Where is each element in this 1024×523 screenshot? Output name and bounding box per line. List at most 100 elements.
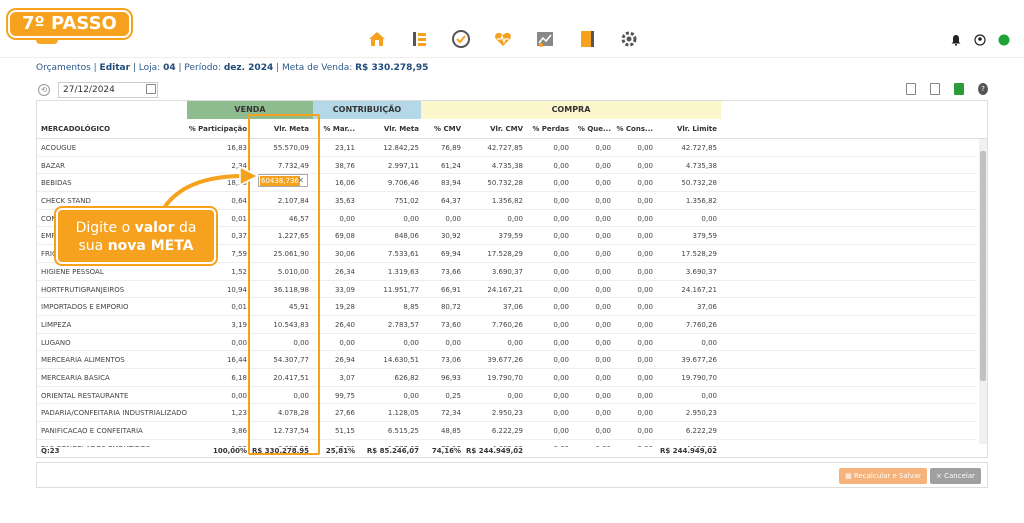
cell-contrib-meta: 626,82 [394,373,420,382]
filter-row: ⟲ 27/12/2024 ? [36,82,988,100]
cell-vlr-meta[interactable]: 20.417,51 [249,374,309,382]
cell-cmv: 69,94 [440,250,461,259]
table-row[interactable]: HORTFRUTIGRANJEIROS 10,94 36.118,98 33,09 11… [37,281,977,299]
table-row[interactable]: HIGIENE PESSOAL 1,52 5.010,00 26,34 1.319,63… [37,263,977,281]
cell-vlr-meta[interactable]: 25.061,90 [249,250,309,258]
cell-contrib-meta: 751,02 [394,197,420,206]
cell-mercadologico: ACOUGUE [41,144,77,152]
column-header-quebras[interactable]: % Que... [571,125,611,133]
cell-consumo: 0,00 [637,285,653,294]
cell-margem: 30,06 [334,250,355,259]
user-tools [950,34,1010,46]
cell-contrib-meta: 8,85 [403,303,419,312]
cell-vlr-meta[interactable]: 10.543,83 [249,321,309,329]
cell-vlr-limite: 0,00 [701,338,717,347]
date-input[interactable]: 27/12/2024 [58,82,158,98]
cell-vlr-cmv: 42.727,85 [487,144,523,152]
cell-vlr-meta[interactable]: 1.227,65 [249,232,309,240]
user-icon[interactable] [974,34,986,46]
cell-margem: 35,63 [334,197,355,206]
table-row[interactable]: MERCEARIA ALIMENTOS 16,44 54.307,77 26,94 14… [37,351,977,369]
table-row[interactable]: IMPORTADOS E EMPORIO 0,01 45,91 19,28 8,85 80… [37,298,977,316]
settings-icon[interactable] [618,28,640,50]
list-icon[interactable] [408,28,430,50]
calendar-icon[interactable] [146,84,156,94]
column-header-vlr-limite[interactable]: Vlr. Limite [653,125,717,133]
cell-perdas: 0,00 [553,391,569,400]
cell-perdas: 0,00 [553,320,569,329]
cell-vlr-cmv: 4.735,38 [491,161,523,170]
scroll-thumb[interactable] [980,151,986,381]
breadcrumb: Orçamentos | Editar | Loja: 04 | Período… [36,63,428,73]
column-header-contrib-meta[interactable]: Vlr. Meta [357,125,419,133]
heart-pulse-icon[interactable] [492,28,514,50]
check-circle-icon[interactable] [450,28,472,50]
cancel-label: Cancelar [944,472,975,480]
table-row[interactable]: ACOUGUE 16,83 55.570,09 23,11 12.842,25 76,89… [37,139,977,157]
cell-quebras: 0,00 [595,320,611,329]
cancel-button[interactable]: × Cancelar [930,468,981,484]
cell-vlr-cmv: 0,00 [507,214,523,223]
recalculate-save-button[interactable]: ▦ Recalcular e Salvar [839,468,927,484]
cell-vlr-meta[interactable]: 0,00 [249,339,309,347]
column-header-perdas[interactable]: % Perdas [527,125,569,133]
cell-vlr-meta[interactable]: 36.118,98 [249,286,309,294]
table-row[interactable]: MERCEARIA BASICA 6,18 20.417,51 3,07 626,82 9… [37,369,977,387]
group-header-contribuicao: CONTRIBUIÇÃO [313,101,421,119]
vertical-scrollbar[interactable] [979,139,987,444]
cell-contrib-meta: 7.533,61 [387,250,419,259]
table-row[interactable]: ORIENTAL RESTAURANTE 0,00 0,00 99,75 0,00 0,2… [37,387,977,405]
cell-vlr-meta[interactable]: 5.010,00 [249,268,309,276]
column-header-cmv[interactable]: % CMV [421,125,461,133]
action-bar: ▦ Recalcular e Salvar × Cancelar [36,462,988,488]
table-row[interactable]: PADARIA/CONFEITARIA INDUSTRIALIZADO 1,23 4… [37,404,977,422]
cell-vlr-meta[interactable]: 12.737,54 [249,427,309,435]
excel-export-icon[interactable] [954,83,964,95]
cell-mercadologico: HIGIENE PESSOAL [41,267,104,276]
cell-mercadologico: PANIFICACAO E CONFEITARIA [41,427,143,435]
spreadsheet-icon[interactable] [930,83,940,95]
cell-vlr-meta[interactable]: 54.307,77 [249,356,309,364]
history-icon[interactable]: ⟲ [38,84,50,96]
cell-perdas: 0,00 [553,179,569,188]
cell-vlr-meta[interactable]: 0,00 [249,392,309,400]
cell-perdas: 0,00 [553,338,569,347]
bell-icon[interactable] [950,34,962,46]
cell-margem: 0,00 [339,338,355,347]
cell-participacao: 16,83 [226,144,247,152]
cell-mercadologico: LUGANO [41,338,71,347]
cell-quebras: 0,00 [595,267,611,276]
cell-participacao: 0,00 [231,391,247,400]
cell-vlr-meta[interactable]: 46,57 [249,215,309,223]
clear-icon[interactable]: ✕ [297,176,304,186]
breadcrumb-goal: R$ 330.278,95 [355,63,429,73]
cell-cmv: 73,06 [440,356,461,365]
column-header-mercadologico[interactable]: MERCADOLÓGICO [41,125,181,133]
cell-cmv: 83,94 [440,179,461,188]
column-header-margem[interactable]: % Mar... [313,125,355,133]
cell-margem: 99,75 [334,391,355,400]
chart-icon[interactable] [534,28,556,50]
cell-quebras: 0,00 [595,356,611,365]
table-row[interactable]: LUGANO 0,00 0,00 0,00 0,00 0,00 0,00 0,00 0,00 0,… [37,334,977,352]
table-row[interactable]: LIMPEZA 3,19 10.543,83 26,40 2.783,57 73,60 7.… [37,316,977,334]
cell-margem: 38,76 [334,161,355,170]
help-icon[interactable]: ? [978,83,988,95]
cell-vlr-meta[interactable]: 45,91 [249,303,309,311]
calendar-view-icon[interactable] [906,83,916,95]
cell-vlr-meta[interactable]: 4.078,28 [249,409,309,417]
book-icon[interactable] [576,28,598,50]
table-row[interactable]: PANIFICACAO E CONFEITARIA 3,86 12.737,54 51… [37,422,977,440]
column-header-vlr-cmv[interactable]: Vlr. CMV [461,125,523,133]
cell-perdas: 0,00 [553,161,569,170]
cell-vlr-meta[interactable]: 55.570,09 [249,144,309,152]
pointer-arrow-icon [161,165,260,211]
column-header-vlr-meta[interactable]: Vlr. Meta [249,125,309,133]
column-header-participacao[interactable]: % Participação [187,125,247,133]
home-icon[interactable] [366,28,388,50]
cell-quebras: 0,00 [595,232,611,241]
column-header-consumo[interactable]: % Cons... [613,125,653,133]
cell-vlr-limite: 4.735,38 [685,161,717,170]
cell-vlr-limite: 379,59 [692,232,718,241]
cell-vlr-cmv: 0,00 [507,391,523,400]
